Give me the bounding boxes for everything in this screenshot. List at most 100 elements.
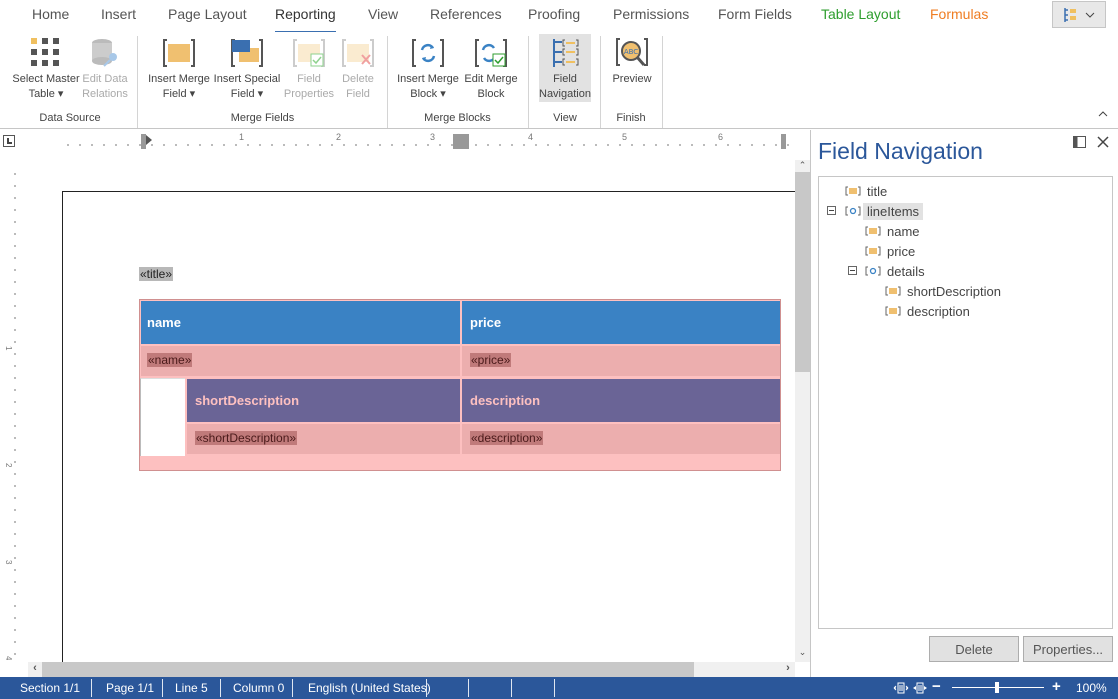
horizontal-scrollbar[interactable]: ‹ › bbox=[28, 662, 795, 677]
collapse-icon[interactable] bbox=[848, 266, 857, 275]
scroll-up-icon[interactable]: ⌃ bbox=[795, 160, 810, 172]
ribbon: Select Master Table ▾ Edit Data Relation… bbox=[0, 32, 1118, 129]
preview-button[interactable]: ABC Preview bbox=[608, 34, 656, 87]
status-separator bbox=[468, 679, 469, 697]
collapse-icon[interactable] bbox=[827, 206, 836, 215]
detail-cell-description[interactable]: «description» bbox=[462, 424, 780, 454]
detail-header-short-description[interactable]: shortDescription bbox=[187, 379, 460, 422]
scroll-down-icon[interactable]: ⌄ bbox=[795, 647, 810, 661]
delete-field-icon bbox=[342, 39, 374, 67]
vertical-ruler[interactable]: 1 2 3 4 bbox=[0, 160, 28, 660]
tab-insert[interactable]: Insert bbox=[101, 6, 136, 22]
title-merge-field[interactable]: «title» bbox=[139, 267, 174, 281]
fit-page-icon[interactable] bbox=[893, 680, 909, 696]
tab-form-fields[interactable]: Form Fields bbox=[718, 6, 792, 22]
dock-icon[interactable] bbox=[1073, 136, 1086, 148]
ruler-label: 6 bbox=[718, 132, 724, 142]
table-header-name[interactable]: name bbox=[141, 301, 460, 344]
group-label-view: View bbox=[553, 112, 577, 124]
right-indent-marker[interactable] bbox=[781, 134, 786, 149]
close-icon[interactable] bbox=[1097, 136, 1109, 148]
zoom-in-button[interactable]: + bbox=[1052, 678, 1061, 695]
zoom-slider[interactable] bbox=[952, 682, 1044, 693]
document-area[interactable]: «title» name price «name» «price» shortD… bbox=[28, 160, 795, 662]
edit-merge-block-button[interactable]: Edit Merge Block bbox=[461, 34, 521, 102]
table-cell-price[interactable]: «price» bbox=[462, 346, 780, 376]
table-header-price[interactable]: price bbox=[462, 301, 780, 344]
short-description-merge-field[interactable]: «shortDescription» bbox=[195, 431, 298, 445]
field-tree-icon bbox=[1064, 7, 1076, 22]
ruler-label: 1 bbox=[4, 346, 13, 351]
collapse-ribbon-icon[interactable] bbox=[1098, 108, 1108, 120]
merge-block-icon bbox=[412, 39, 444, 67]
merge-block-icon bbox=[845, 206, 861, 216]
status-separator bbox=[554, 679, 555, 697]
tree-node-short-description[interactable]: shortDescription bbox=[885, 281, 1001, 301]
fit-width-icon[interactable] bbox=[912, 680, 928, 696]
status-language: English (United States) bbox=[308, 681, 431, 695]
tree-node-details[interactable]: details bbox=[865, 261, 925, 281]
delete-button[interactable]: Delete bbox=[929, 636, 1019, 662]
column-marker[interactable] bbox=[453, 134, 469, 149]
tree-node-name[interactable]: name bbox=[865, 221, 920, 241]
tree-node-lineitems[interactable]: lineItems bbox=[845, 201, 924, 221]
tab-table-layout[interactable]: Table Layout bbox=[821, 6, 900, 22]
tab-permissions[interactable]: Permissions bbox=[613, 6, 689, 22]
name-merge-field[interactable]: «name» bbox=[147, 353, 193, 367]
field-properties-button[interactable]: Field Properties bbox=[283, 34, 335, 102]
tree-node-price[interactable]: price bbox=[865, 241, 915, 261]
table-cell-name[interactable]: «name» bbox=[141, 346, 460, 376]
ruler-label: 4 bbox=[4, 656, 13, 660]
tab-proofing[interactable]: Proofing bbox=[528, 6, 580, 22]
vertical-scroll-thumb[interactable] bbox=[795, 172, 810, 372]
tree-node-title[interactable]: title bbox=[845, 181, 887, 201]
delete-field-button[interactable]: Delete Field bbox=[337, 34, 379, 102]
zoom-level[interactable]: 100% bbox=[1076, 681, 1107, 695]
insert-special-field-button[interactable]: Insert Special Field ▾ bbox=[213, 34, 281, 102]
status-separator bbox=[426, 679, 427, 697]
description-merge-field[interactable]: «description» bbox=[470, 431, 544, 445]
nested-indent-cell bbox=[140, 378, 185, 456]
tab-page-layout[interactable]: Page Layout bbox=[168, 6, 247, 22]
group-separator bbox=[137, 36, 138, 128]
status-separator bbox=[220, 679, 221, 697]
tab-formulas[interactable]: Formulas bbox=[930, 6, 988, 22]
merge-field-icon bbox=[885, 286, 901, 296]
status-column: Column 0 bbox=[233, 681, 285, 695]
tab-references[interactable]: References bbox=[430, 6, 502, 22]
select-master-table-button[interactable]: Select Master Table ▾ bbox=[10, 34, 82, 102]
edit-data-relations-button[interactable]: Edit Data Relations bbox=[82, 34, 128, 102]
tab-home[interactable]: Home bbox=[32, 6, 69, 22]
field-tree[interactable]: title lineItems name price details short… bbox=[818, 176, 1113, 629]
horizontal-scroll-thumb[interactable] bbox=[42, 662, 694, 677]
insert-merge-block-button[interactable]: Insert Merge Block ▾ bbox=[395, 34, 461, 102]
detail-header-description[interactable]: description bbox=[462, 379, 780, 422]
ruler-label: 3 bbox=[430, 132, 436, 142]
group-label-merge-fields: Merge Fields bbox=[230, 112, 295, 124]
group-separator bbox=[600, 36, 601, 128]
tab-view[interactable]: View bbox=[368, 6, 398, 22]
panel-toggle-button[interactable] bbox=[1052, 1, 1106, 28]
tree-node-description[interactable]: description bbox=[885, 301, 970, 321]
ruler-label: 3 bbox=[4, 560, 13, 565]
page[interactable]: «title» name price «name» «price» shortD… bbox=[62, 191, 795, 662]
field-navigation-button[interactable]: Field Navigation bbox=[539, 34, 591, 102]
field-properties-icon bbox=[293, 39, 325, 67]
properties-button[interactable]: Properties... bbox=[1023, 636, 1113, 662]
insert-merge-field-button[interactable]: Insert Merge Field ▾ bbox=[145, 34, 213, 102]
zoom-slider-thumb[interactable] bbox=[995, 682, 999, 693]
tab-reporting[interactable]: Reporting bbox=[275, 6, 336, 34]
scroll-left-icon[interactable]: ‹ bbox=[28, 662, 42, 677]
vertical-scrollbar[interactable]: ⌃ ⌄ bbox=[795, 160, 810, 662]
detail-cell-short-description[interactable]: «shortDescription» bbox=[187, 424, 460, 454]
group-label-merge-blocks: Merge Blocks bbox=[424, 112, 491, 124]
status-separator bbox=[91, 679, 92, 697]
horizontal-ruler[interactable]: 1 2 3 4 5 6 bbox=[0, 130, 810, 160]
price-merge-field[interactable]: «price» bbox=[470, 353, 512, 367]
ruler-label: 1 bbox=[239, 132, 245, 142]
first-line-indent-marker[interactable] bbox=[146, 135, 152, 145]
scroll-right-icon[interactable]: › bbox=[781, 662, 795, 677]
merge-field-icon bbox=[885, 306, 901, 316]
group-separator bbox=[662, 36, 663, 128]
zoom-out-button[interactable]: − bbox=[932, 678, 941, 695]
